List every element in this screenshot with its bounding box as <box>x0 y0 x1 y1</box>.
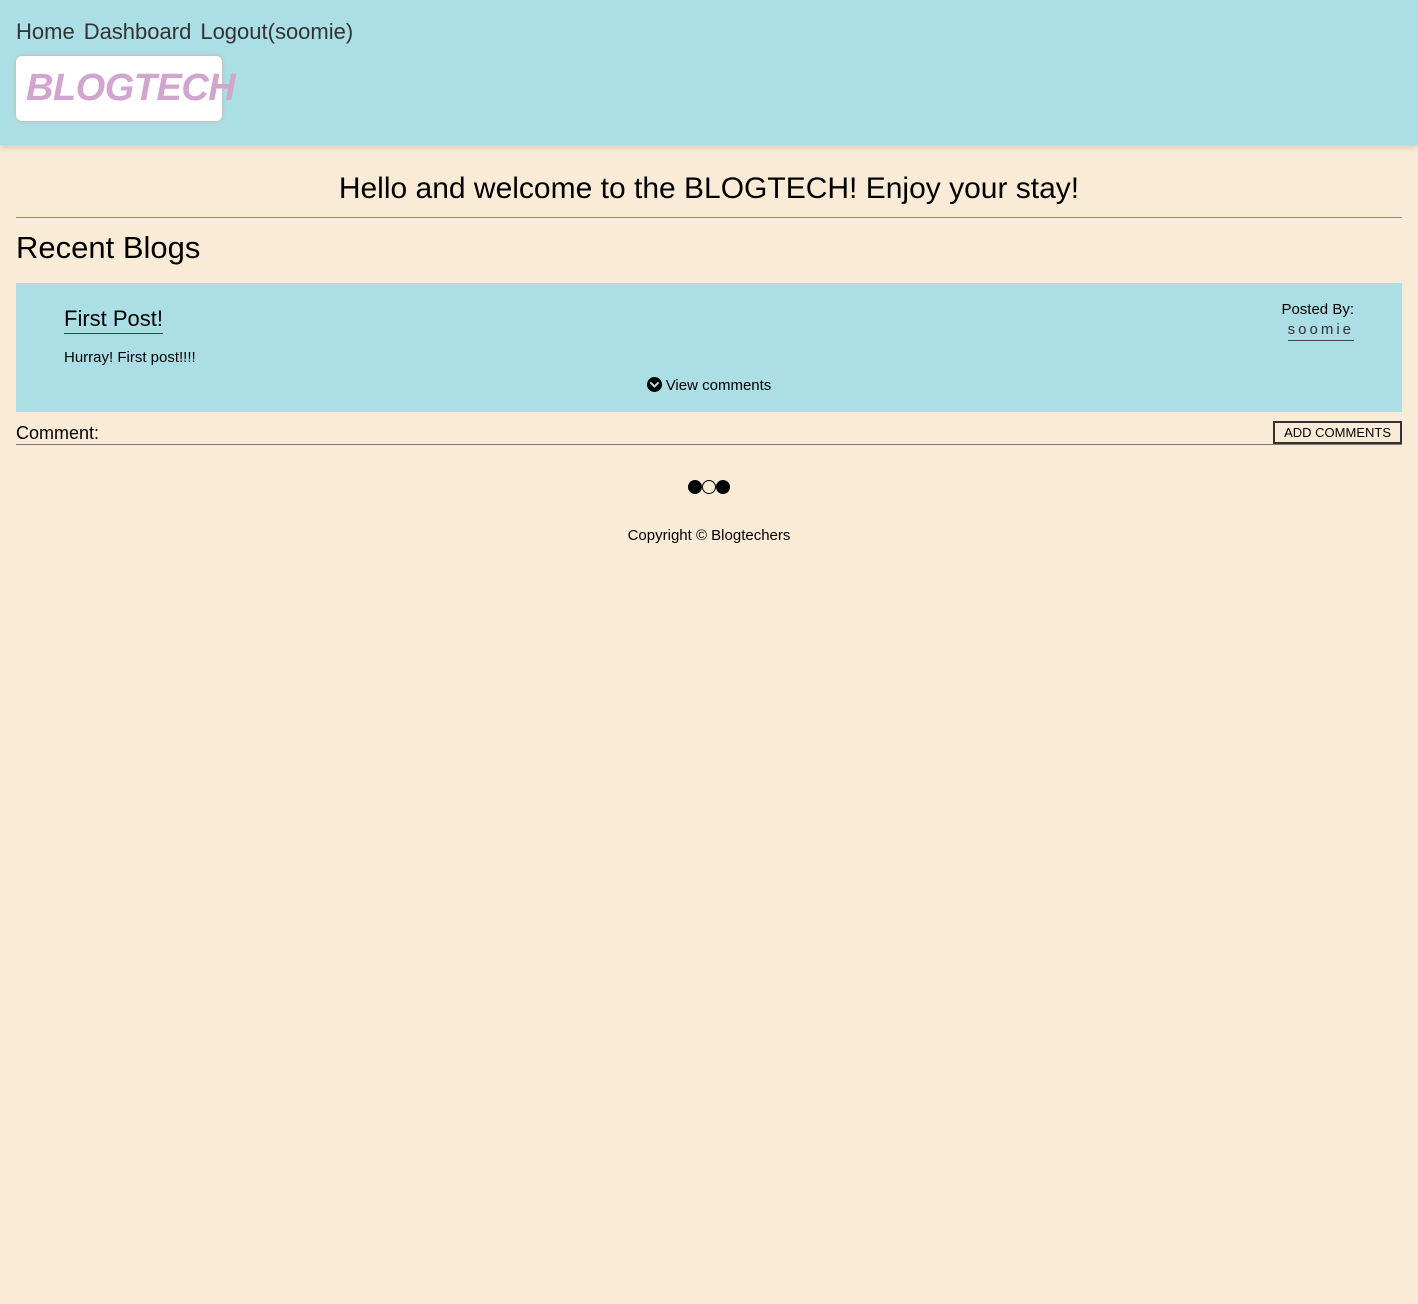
blog-post-card: First Post! Hurray! First post!!!! Poste… <box>16 283 1402 412</box>
nav-home-link[interactable]: Home <box>16 17 75 47</box>
view-comments-label: View comments <box>665 377 772 394</box>
nav-logout-link[interactable]: Logout(soomie) <box>200 17 353 47</box>
author-link[interactable]: soomie <box>1287 320 1354 341</box>
posted-by: Posted By: soomie <box>1281 300 1354 341</box>
main-nav: Home Dashboard Logout(soomie) <box>16 17 353 47</box>
comment-form: Comment: ADD COMMENTS <box>16 420 1402 445</box>
comment-input[interactable] <box>106 420 1270 444</box>
logo-text: BLOGTECH <box>26 67 236 109</box>
post-body: Hurray! First post!!!! <box>64 349 196 366</box>
add-comments-button[interactable]: ADD COMMENTS <box>1273 421 1402 444</box>
post-title-link[interactable]: First Post! <box>64 305 164 334</box>
comment-label: Comment: <box>16 423 100 443</box>
pagination-dot[interactable] <box>702 479 716 494</box>
pagination-dots <box>0 476 1418 494</box>
pagination-dot[interactable] <box>688 479 702 494</box>
site-header: Home Dashboard Logout(soomie) BLOGTECH <box>0 0 1418 145</box>
chevron-down-circle-icon <box>646 377 662 392</box>
recent-blogs-title: Recent Blogs <box>16 230 201 265</box>
footer-copyright: Copyright © Blogtechers <box>627 527 791 544</box>
divider <box>16 217 1402 218</box>
logo: BLOGTECH <box>16 56 236 121</box>
welcome-heading: Hello and welcome to the BLOGTECH! Enjoy… <box>338 172 1080 205</box>
posted-by-label: Posted By: <box>1281 301 1354 318</box>
view-comments-toggle[interactable]: View comments <box>16 376 1402 396</box>
pagination-dot[interactable] <box>716 479 730 494</box>
nav-dashboard-link[interactable]: Dashboard <box>84 17 192 47</box>
